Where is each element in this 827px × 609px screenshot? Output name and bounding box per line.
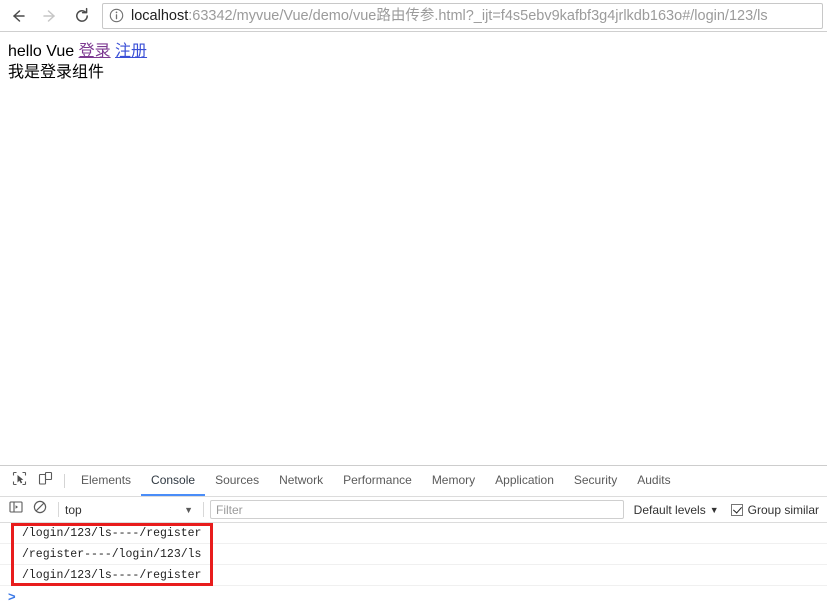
filterbar-divider-2 [203, 502, 204, 517]
register-link[interactable]: 注册 [115, 43, 147, 60]
clear-console-icon [33, 500, 47, 519]
info-circle-icon[interactable] [109, 8, 124, 23]
toolbar-divider [64, 474, 65, 488]
console-filter-toolbar: top ▼ Default levels ▼ Group similar [0, 497, 827, 523]
login-component-text: 我是登录组件 [8, 64, 105, 81]
browser-toolbar: localhost:63342/myvue/Vue/demo/vue路由传参.h… [0, 0, 827, 32]
execution-context-label: top [65, 502, 82, 517]
group-similar-label: Group similar [747, 502, 819, 517]
console-message[interactable]: /login/123/ls----/register [0, 523, 827, 544]
console-prompt-row[interactable]: > [0, 586, 827, 607]
chevron-down-icon: ▼ [184, 504, 193, 515]
console-message[interactable]: /register----/login/123/ls [0, 544, 827, 565]
console-output[interactable]: /login/123/ls----/register /register----… [0, 523, 827, 609]
url-path: :63342/myvue/Vue/demo/vue路由传参.html?_ijt=… [188, 7, 768, 24]
login-link[interactable]: 登录 [79, 43, 111, 60]
chevron-down-icon: ▼ [709, 504, 719, 515]
devtools-panel: Elements Console Sources Network Perform… [0, 465, 827, 609]
console-filter-input[interactable] [210, 500, 624, 519]
tab-security[interactable]: Security [564, 466, 627, 496]
group-similar-toggle[interactable]: Group similar [730, 502, 819, 517]
console-prompt-chevron-icon: > [8, 589, 16, 604]
inspect-element-button[interactable] [6, 466, 32, 496]
filterbar-divider-1 [58, 502, 59, 517]
page-heading-line: hello Vue 登录 注册 [8, 41, 819, 62]
tab-memory[interactable]: Memory [422, 466, 485, 496]
tab-console[interactable]: Console [141, 466, 206, 496]
page-title: hello Vue [8, 43, 79, 60]
page-content: hello Vue 登录 注册 我是登录组件 [0, 33, 827, 83]
tab-elements[interactable]: Elements [71, 466, 141, 496]
group-similar-checkbox[interactable] [730, 503, 743, 516]
arrow-left-icon [9, 7, 27, 25]
device-toolbar-button[interactable] [32, 466, 58, 496]
tab-performance[interactable]: Performance [333, 466, 422, 496]
log-levels-dropdown[interactable]: Default levels ▼ [634, 503, 719, 517]
console-message[interactable]: /login/123/ls----/register [0, 565, 827, 586]
back-button[interactable] [4, 2, 32, 30]
url-host: localhost [131, 7, 189, 24]
arrow-right-icon [41, 7, 59, 25]
forward-button [36, 2, 64, 30]
address-bar-url: localhost:63342/myvue/Vue/demo/vue路由传参.h… [131, 6, 768, 26]
address-bar[interactable]: localhost:63342/myvue/Vue/demo/vue路由传参.h… [102, 2, 823, 29]
clear-console-button[interactable] [28, 498, 52, 522]
tab-network[interactable]: Network [269, 466, 333, 496]
reload-icon [73, 7, 91, 25]
reload-button[interactable] [68, 2, 96, 30]
execution-context-select[interactable]: top ▼ [65, 503, 197, 517]
console-sidebar-toggle[interactable] [4, 498, 28, 522]
tab-sources[interactable]: Sources [205, 466, 269, 496]
tab-application[interactable]: Application [485, 466, 564, 496]
inspect-element-icon [12, 471, 27, 491]
tab-audits[interactable]: Audits [627, 466, 680, 496]
devtools-tabbar: Elements Console Sources Network Perform… [0, 466, 827, 497]
console-sidebar-icon [9, 500, 23, 519]
page-viewport: hello Vue 登录 注册 我是登录组件 [0, 33, 827, 465]
log-levels-label: Default levels [633, 502, 706, 517]
device-toolbar-icon [38, 471, 53, 491]
